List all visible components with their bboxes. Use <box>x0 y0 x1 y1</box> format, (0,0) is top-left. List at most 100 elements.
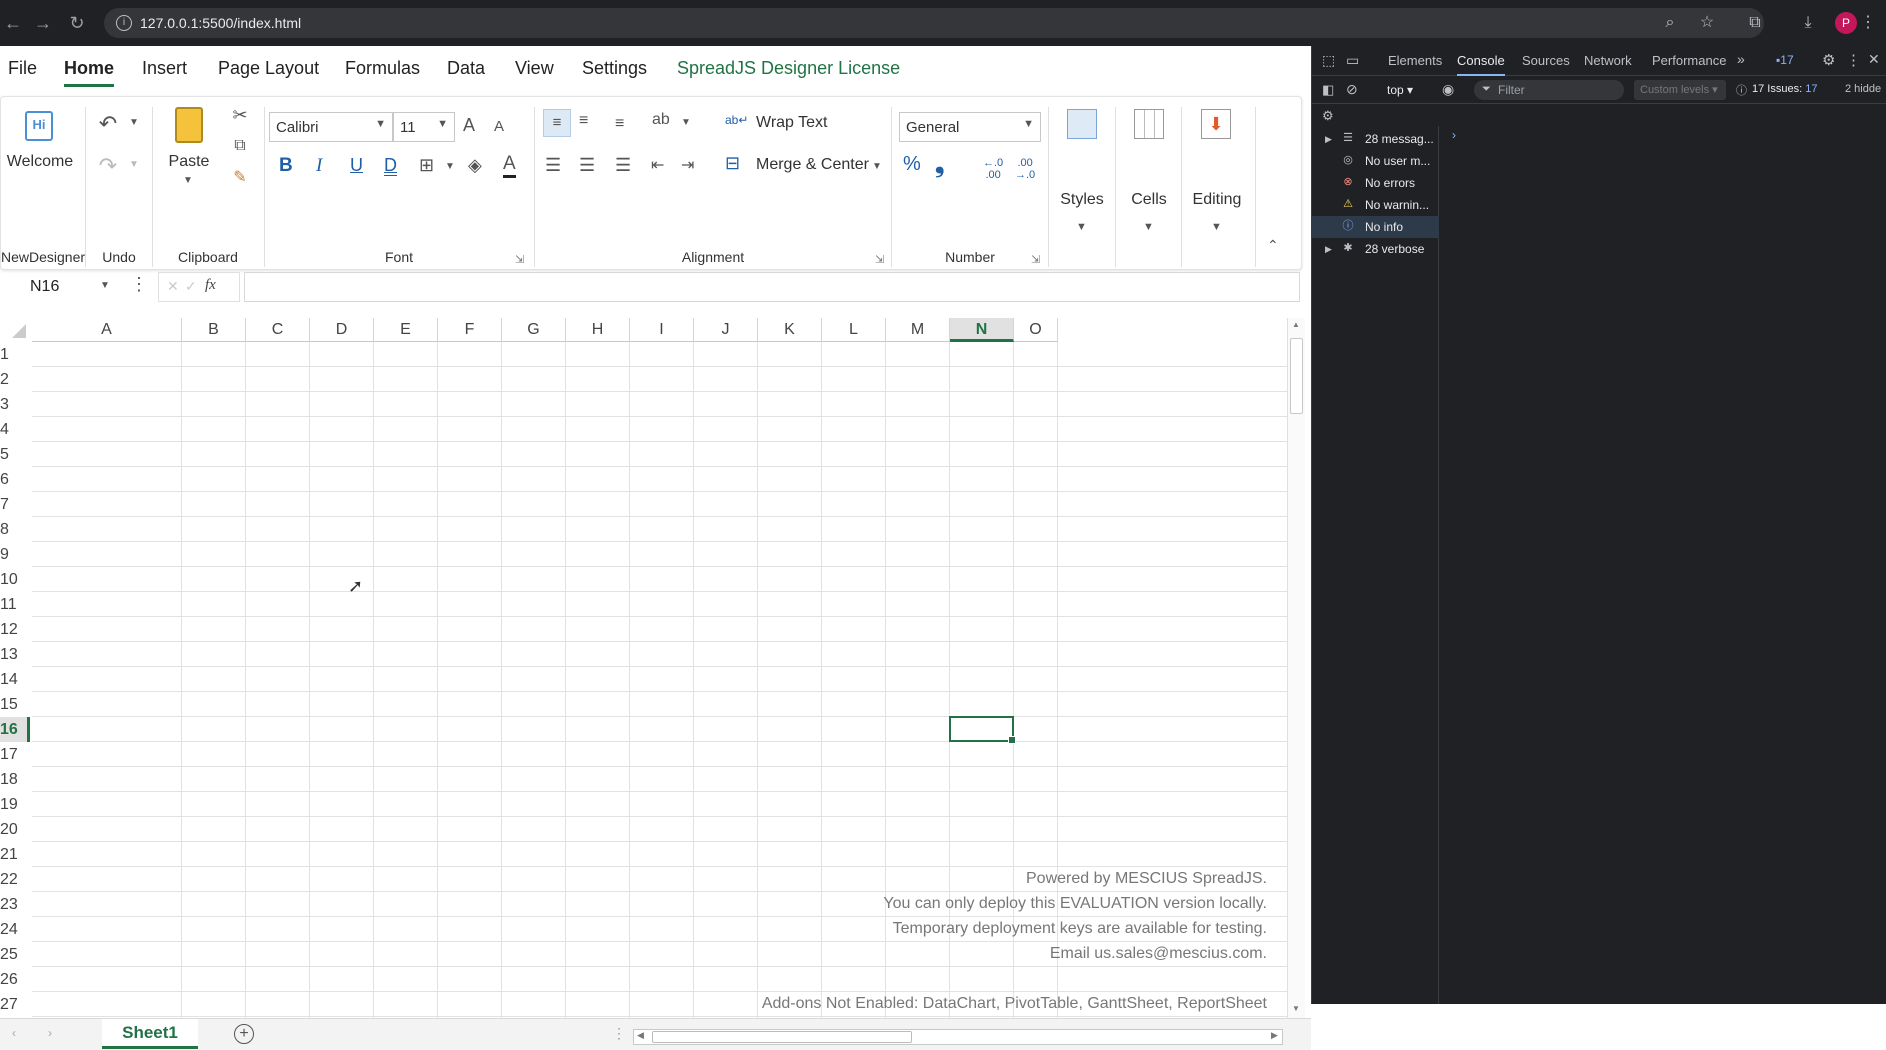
decrease-indent-icon[interactable]: ⇤ <box>651 155 664 175</box>
issues-link[interactable]: 17 Issues: 17 <box>1752 83 1817 95</box>
add-sheet-icon[interactable]: + <box>234 1024 254 1044</box>
cut-icon[interactable]: ✂ <box>229 105 251 127</box>
row-header-20[interactable]: 20 <box>0 817 30 842</box>
chevron-down-icon[interactable]: ▼ <box>1211 221 1222 233</box>
site-info-icon[interactable]: i <box>116 15 132 31</box>
increase-indent-icon[interactable]: ⇥ <box>681 155 694 175</box>
row-header-17[interactable]: 17 <box>0 742 30 767</box>
paste-button[interactable]: Paste <box>161 153 217 171</box>
column-header-e[interactable]: E <box>374 318 438 342</box>
double-underline-button[interactable]: D <box>384 155 397 176</box>
splitter-icon[interactable]: ⋮ <box>612 1025 626 1042</box>
clear-console-icon[interactable]: ⊘ <box>1346 81 1358 98</box>
live-expression-eye-icon[interactable]: ◉ <box>1442 81 1454 98</box>
welcome-button[interactable]: Welcome <box>5 153 75 171</box>
expand-caret-icon[interactable]: ▶ <box>1325 238 1332 260</box>
comma-style-button[interactable]: ❟ <box>935 151 944 179</box>
chevron-down-icon[interactable]: ▼ <box>183 175 193 186</box>
copy-icon[interactable]: ⧉ <box>229 137 251 159</box>
chevron-down-icon[interactable]: ▼ <box>129 117 139 128</box>
row-header-4[interactable]: 4 <box>0 417 30 442</box>
row-header-18[interactable]: 18 <box>0 767 30 792</box>
chevron-down-icon[interactable]: ▼ <box>872 161 882 172</box>
align-middle-icon[interactable]: ≡ <box>579 112 588 130</box>
column-header-i[interactable]: I <box>630 318 694 342</box>
scroll-thumb[interactable] <box>652 1031 912 1043</box>
address-bar[interactable]: i 127.0.0.1:5500/index.html ⌕ ☆ <box>104 8 1764 38</box>
column-header-f[interactable]: F <box>438 318 502 342</box>
inspect-icon[interactable]: ⬚ <box>1322 52 1335 69</box>
tab-view[interactable]: View <box>515 58 554 79</box>
cells-button[interactable]: Cells <box>1121 191 1177 209</box>
decrease-font-icon[interactable]: A <box>494 118 504 135</box>
column-header-c[interactable]: C <box>246 318 310 342</box>
tab-data[interactable]: Data <box>447 58 485 79</box>
merge-center-button[interactable]: Merge & Center <box>756 156 869 174</box>
devtools-tab-elements[interactable]: Elements <box>1388 53 1442 68</box>
devtools-tab-sources[interactable]: Sources <box>1522 53 1570 68</box>
align-right-icon[interactable]: ☰ <box>615 155 631 176</box>
more-icon[interactable]: ⋮ <box>1857 12 1879 34</box>
insert-function-button[interactable]: fx <box>205 277 216 294</box>
align-left-icon[interactable]: ☰ <box>545 155 561 176</box>
row-header-23[interactable]: 23 <box>0 892 30 917</box>
tab-home[interactable]: Home <box>64 58 115 87</box>
row-header-1[interactable]: 1 <box>0 342 30 367</box>
confirm-icon[interactable]: ✓ <box>185 278 197 295</box>
devtools-tab-performance[interactable]: Performance <box>1652 53 1726 68</box>
row-header-16[interactable]: 16 <box>0 717 30 742</box>
tab-formulas[interactable]: Formulas <box>345 58 420 79</box>
devtools-tab-console[interactable]: Console <box>1457 53 1505 76</box>
align-top-icon[interactable]: ≡ <box>543 109 571 137</box>
underline-button[interactable]: U <box>350 155 363 176</box>
row-header-19[interactable]: 19 <box>0 792 30 817</box>
row-header-15[interactable]: 15 <box>0 692 30 717</box>
context-select[interactable]: top ▾ <box>1387 83 1413 97</box>
editing-button[interactable]: Editing <box>1185 191 1249 209</box>
row-header-22[interactable]: 22 <box>0 867 30 892</box>
decrease-decimal-icon[interactable]: .00 →.0 <box>1015 157 1035 181</box>
select-all-corner[interactable] <box>12 324 26 338</box>
devtools-tab-network[interactable]: Network <box>1584 53 1632 68</box>
row-header-26[interactable]: 26 <box>0 967 30 992</box>
bold-button[interactable]: B <box>279 155 293 177</box>
zoom-icon[interactable]: ⌕ <box>1659 12 1681 34</box>
column-header-m[interactable]: M <box>886 318 950 342</box>
undo-icon[interactable]: ↶ <box>95 111 121 137</box>
more-vertical-icon[interactable]: ⋮ <box>130 274 148 295</box>
row-header-11[interactable]: 11 <box>0 592 30 617</box>
console-filter-user[interactable]: ◎ No user m... <box>1312 150 1439 172</box>
row-header-5[interactable]: 5 <box>0 442 30 467</box>
column-header-g[interactable]: G <box>502 318 566 342</box>
download-icon[interactable]: ⤓ <box>1797 12 1819 34</box>
column-header-a[interactable]: A <box>32 318 182 342</box>
percent-style-button[interactable]: % <box>903 153 921 176</box>
number-format-select[interactable]: General ▼ <box>899 112 1041 142</box>
chevron-down-icon[interactable]: ▼ <box>445 161 455 172</box>
row-header-6[interactable]: 6 <box>0 467 30 492</box>
cancel-icon[interactable]: ✕ <box>167 278 179 295</box>
row-header-10[interactable]: 10 <box>0 567 30 592</box>
device-toolbar-icon[interactable]: ▭ <box>1346 52 1359 69</box>
expand-caret-icon[interactable]: ▶ <box>1325 128 1332 150</box>
font-name-select[interactable]: Calibri ▼ <box>269 112 393 142</box>
format-painter-icon[interactable]: ✎ <box>229 167 251 189</box>
orientation-icon[interactable]: ab <box>652 111 670 129</box>
scroll-thumb[interactable] <box>1290 338 1303 414</box>
row-header-14[interactable]: 14 <box>0 667 30 692</box>
sidebar-toggle-icon[interactable]: ◧ <box>1322 82 1334 98</box>
row-header-12[interactable]: 12 <box>0 617 30 642</box>
increase-font-icon[interactable]: A <box>463 115 475 136</box>
prev-sheet-icon[interactable]: ‹ <box>12 1026 16 1040</box>
extensions-icon[interactable]: ⧉ <box>1744 12 1766 34</box>
console-filter-bug[interactable]: ▶ ✱ 28 verbose <box>1312 238 1439 260</box>
next-sheet-icon[interactable]: › <box>48 1026 52 1040</box>
scroll-up-icon[interactable]: ▲ <box>1292 320 1300 329</box>
console-prompt-icon[interactable]: › <box>1452 128 1456 142</box>
column-header-l[interactable]: L <box>822 318 886 342</box>
row-header-8[interactable]: 8 <box>0 517 30 542</box>
console-filter-error[interactable]: ⊗ No errors <box>1312 172 1439 194</box>
styles-button[interactable]: Styles <box>1053 191 1111 209</box>
sheet-tab[interactable]: Sheet1 <box>102 1019 198 1049</box>
column-header-d[interactable]: D <box>310 318 374 342</box>
